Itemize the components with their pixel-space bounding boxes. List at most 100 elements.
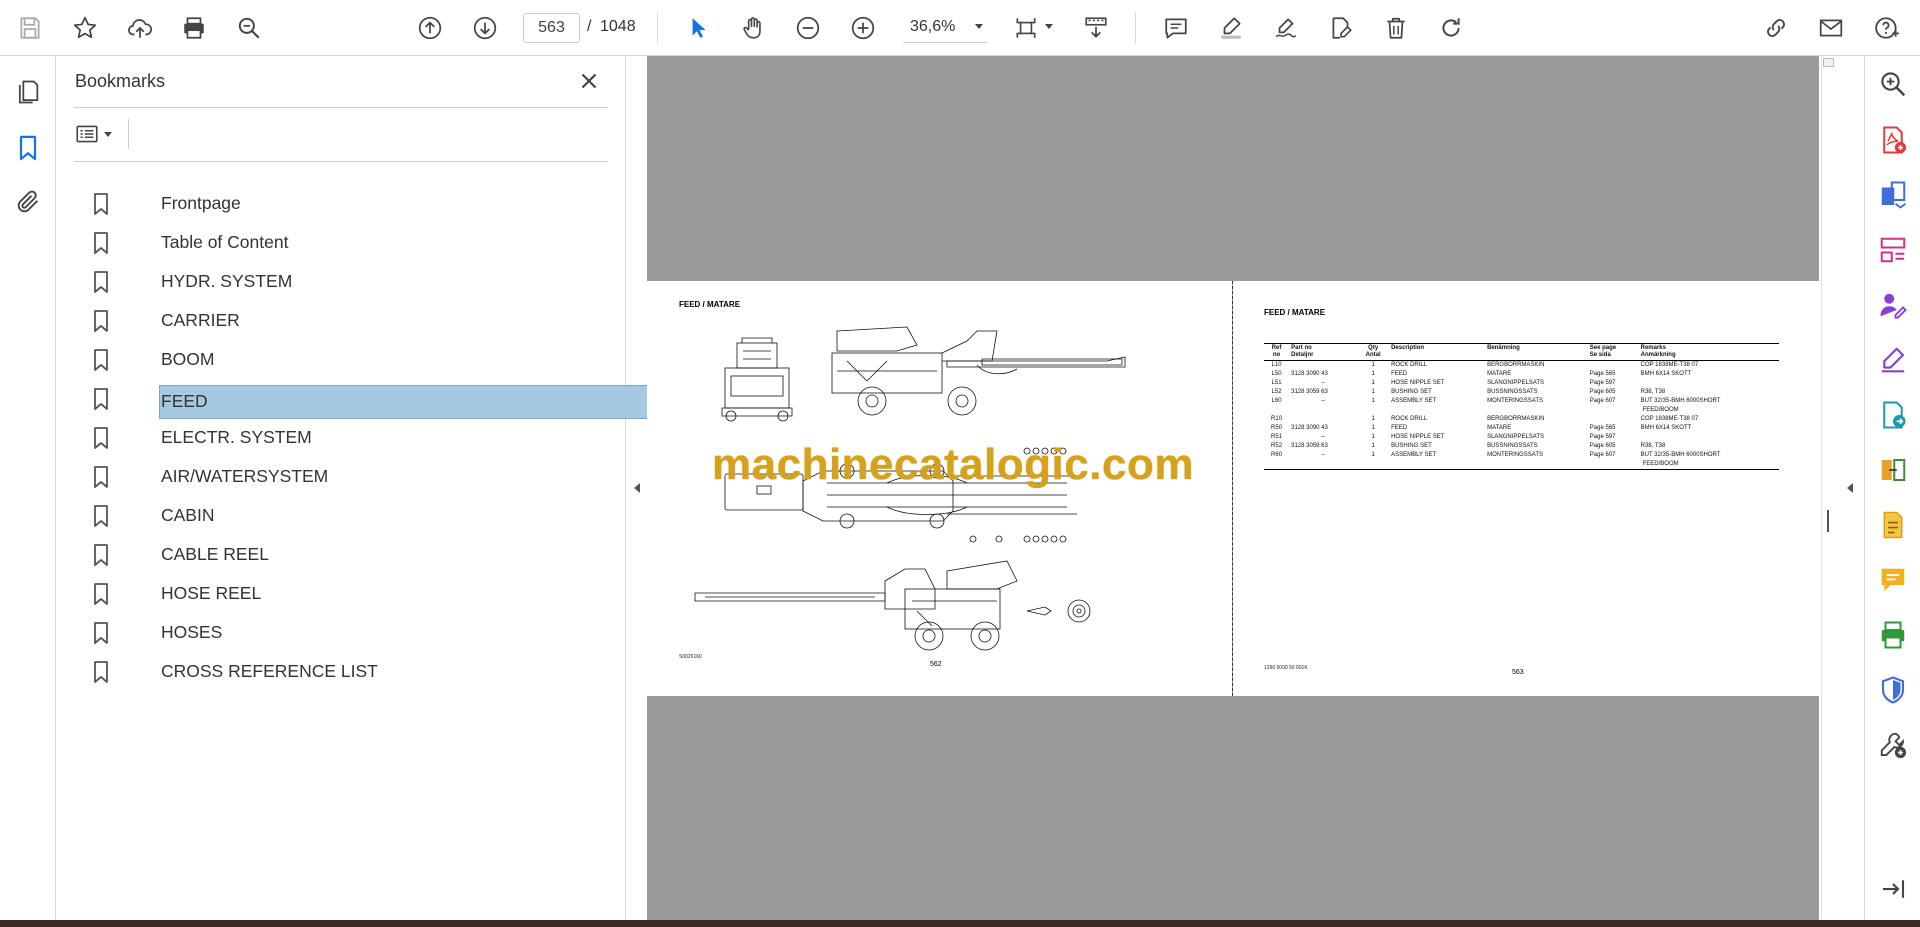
page-total: 1048 [600, 18, 636, 35]
share-link-icon[interactable] [1758, 10, 1794, 46]
pane-resize-handle[interactable] [1827, 510, 1829, 532]
bookmark-icon [94, 661, 108, 683]
scrollbar-thumb[interactable] [1823, 58, 1834, 67]
bookmark-item[interactable]: BOOM [92, 343, 618, 377]
chevron-down-icon [975, 24, 983, 29]
next-page-icon[interactable] [467, 10, 503, 46]
bookmark-item[interactable]: CARRIER [92, 304, 618, 338]
organize-pages-icon[interactable] [1875, 232, 1911, 268]
table-row: L10 1 ROCK DRILL BERGBORRMASKIN COP 1838ME-T… [1271, 362, 1699, 368]
bookmark-item[interactable]: HOSES [92, 616, 618, 650]
bookmark-item[interactable]: Table of Content [92, 226, 618, 260]
bookmark-label: ELECTR. SYSTEM [161, 427, 312, 447]
bookmark-item[interactable]: CROSS REFERENCE LIST [92, 655, 618, 689]
bookmark-icon [94, 583, 108, 605]
search-zoom-icon[interactable] [1875, 66, 1911, 102]
bookmark-item[interactable]: HOSE REEL [92, 577, 618, 611]
bookmark-icon [94, 505, 108, 527]
compare-files-icon[interactable] [1875, 452, 1911, 488]
header-see-page: See page Se sida [1587, 343, 1639, 361]
delete-icon[interactable] [1378, 10, 1414, 46]
chevron-down-icon [104, 131, 112, 137]
bookmark-icon [94, 622, 108, 644]
bookmark-item[interactable]: HYDR. SYSTEM [92, 265, 618, 299]
pages-thumbnails-icon[interactable] [10, 74, 46, 110]
email-icon[interactable] [1813, 10, 1849, 46]
table-row: L51 -- 1 HOSE NIPPLE SET SLANGNIPPELSATS Page… [1271, 380, 1616, 386]
bookmark-icon [94, 427, 108, 449]
comment-icon[interactable] [1158, 10, 1194, 46]
help-icon[interactable] [1869, 10, 1905, 46]
header-part-no: Part no Detaljnr [1289, 343, 1358, 361]
header-qty: Qty Antal [1357, 343, 1390, 361]
bookmark-item-selected[interactable]: FEED [92, 382, 653, 419]
page-fit-icon[interactable] [1008, 10, 1044, 46]
protect-icon[interactable] [1875, 672, 1911, 708]
bookmark-options-button[interactable] [74, 119, 120, 149]
send-for-review-icon[interactable] [1875, 397, 1911, 433]
more-tools-icon[interactable] [1875, 727, 1911, 763]
bookmark-label: CABIN [161, 505, 215, 525]
document-viewport[interactable]: FEED / MATARE S0026160 562 FEED / MATARE… [647, 56, 1819, 920]
bookmark-item[interactable]: AIR/WATERSYSTEM [92, 460, 618, 494]
find-icon[interactable] [231, 10, 267, 46]
taskbar-strip [0, 920, 1920, 927]
page-number-input[interactable] [523, 13, 580, 43]
print-production-icon[interactable] [1875, 617, 1911, 653]
hand-tool-icon[interactable] [735, 10, 771, 46]
panel-divider [74, 107, 608, 108]
export-pdf-icon[interactable] [1875, 177, 1911, 213]
table-row: R52 3128 3059 63 1 BUSHING SET BUSSNINGSSATS… [1271, 443, 1666, 449]
table-row: R51 -- 1 HOSE NIPPLE SET SLANGNIPPELSATS Page… [1271, 434, 1616, 440]
table-row: FEED/BOOM [1642, 407, 1679, 413]
edit-pdf-icon[interactable] [1875, 507, 1911, 543]
vertical-scrollbar[interactable] [1821, 56, 1835, 920]
save-icon[interactable] [12, 10, 48, 46]
bookmark-icon [94, 544, 108, 566]
bookmark-label: HOSE REEL [161, 583, 262, 603]
fill-sign-icon[interactable] [1875, 342, 1911, 378]
zoom-in-icon[interactable] [845, 10, 881, 46]
collapse-left-panel-icon[interactable] [630, 478, 644, 498]
scroll-mode-icon[interactable] [1078, 10, 1114, 46]
highlight-icon[interactable] [1213, 10, 1249, 46]
watermark-text: machinecatalogic.com [712, 440, 1194, 489]
select-cursor-icon[interactable] [680, 10, 716, 46]
bookmark-item[interactable]: CABLE REEL [92, 538, 618, 572]
bookmark-item[interactable]: CABIN [92, 499, 618, 533]
list-options-icon [76, 125, 98, 143]
prev-page-icon[interactable] [412, 10, 448, 46]
sign-icon[interactable] [1268, 10, 1304, 46]
star-icon[interactable] [67, 10, 103, 46]
table-row: L60 -- 1 ASSEMBLY SET MONTERINGSSATS Page 607… [1271, 398, 1721, 404]
close-icon[interactable] [576, 68, 602, 94]
edit-text-icon[interactable] [1323, 10, 1359, 46]
bookmark-item[interactable]: ELECTR. SYSTEM [92, 421, 618, 455]
comment-tool-icon[interactable] [1875, 562, 1911, 598]
rotate-icon[interactable] [1433, 10, 1469, 46]
left-navigation-rail [0, 56, 56, 920]
print-icon[interactable] [176, 10, 212, 46]
request-signature-icon[interactable] [1875, 287, 1911, 323]
upload-icon[interactable] [122, 10, 158, 46]
create-pdf-icon[interactable] [1875, 122, 1911, 158]
toolbar-divider [1135, 12, 1136, 44]
bookmark-item[interactable]: Frontpage [92, 187, 618, 221]
zoom-dropdown[interactable]: 36,6% [903, 13, 987, 43]
bookmark-icon [94, 388, 108, 410]
bookmarks-icon[interactable] [10, 130, 46, 166]
collapse-pane-icon[interactable] [1875, 871, 1911, 907]
bookmark-label: HOSES [161, 622, 223, 642]
attachments-icon[interactable] [10, 184, 46, 220]
panel-title: Bookmarks [75, 71, 166, 91]
right-tools-rail [1864, 56, 1920, 920]
main-toolbar: / 1048 36,6% [0, 0, 1920, 56]
document-code: 1296 5000 50 001K [1264, 665, 1308, 671]
table-row: R60 -- 1 ASSEMBLY SET MONTERINGSSATS Page 607… [1271, 452, 1721, 458]
page-separator: / [587, 18, 592, 35]
chevron-down-icon[interactable] [1045, 24, 1053, 29]
zoom-out-icon[interactable] [790, 10, 826, 46]
left-page-number: 562 [930, 661, 942, 668]
bookmarks-panel: Bookmarks Frontpage Table of Content HYD… [56, 56, 653, 920]
expand-right-pane-icon[interactable] [1844, 478, 1856, 498]
